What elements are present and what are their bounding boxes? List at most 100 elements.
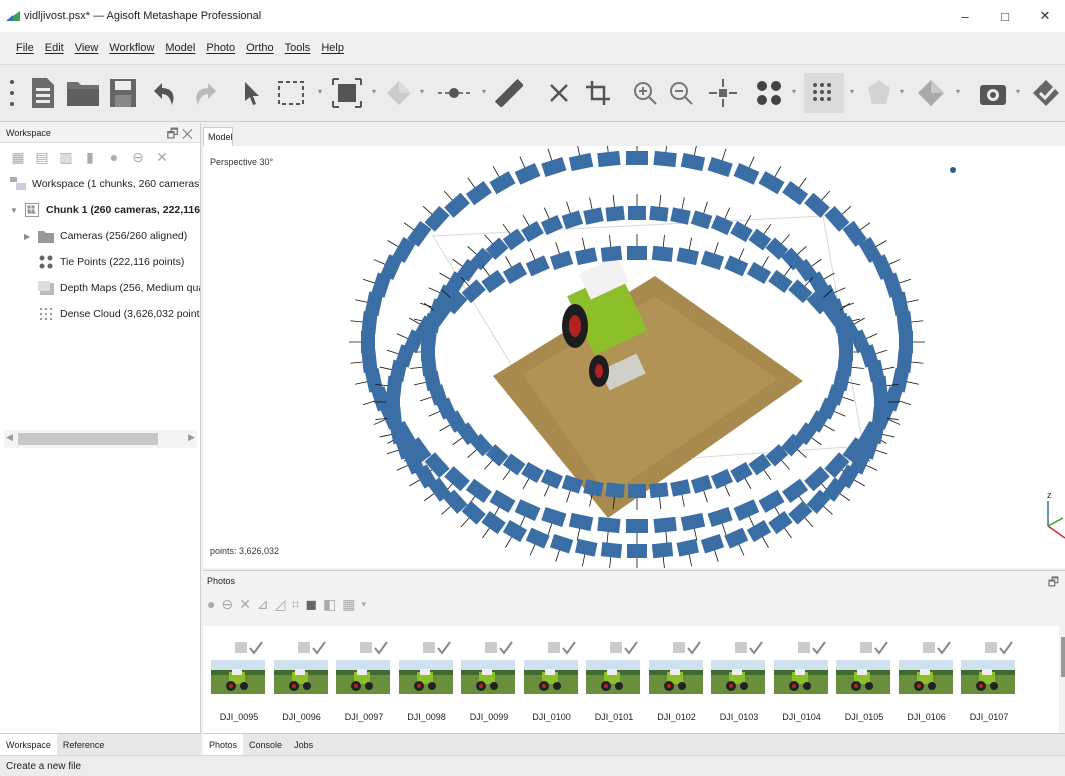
menu-edit[interactable]: Edit xyxy=(45,42,64,54)
chevron-down-icon[interactable]: ▾ xyxy=(850,87,858,97)
menu-photo[interactable]: Photo xyxy=(206,42,235,54)
tree-item-workspace[interactable]: Workspace (1 chunks, 260 cameras) xyxy=(0,171,200,197)
navigation-pointer-icon[interactable] xyxy=(240,73,264,113)
chevron-down-icon[interactable]: ▾ xyxy=(372,87,380,97)
menu-bar: File Edit View Workflow Model Photo Orth… xyxy=(0,36,355,60)
model-viewport[interactable]: Perspective 30° points: 3,626,032 z xyxy=(203,146,1065,568)
camera-icon[interactable] xyxy=(976,73,1010,113)
add-photos-icon[interactable]: ▤ xyxy=(34,149,50,165)
tree-item-chunk[interactable]: ▼ Chunk 1 (260 cameras, 222,116 points) xyxy=(0,197,200,223)
enable-icon[interactable]: ● xyxy=(106,149,122,165)
vertical-scrollbar[interactable] xyxy=(1061,637,1065,677)
tab-photos[interactable]: Photos xyxy=(203,733,244,756)
photo-thumbnail[interactable]: DJI_0095 xyxy=(211,640,267,730)
camera-plane xyxy=(651,542,674,559)
chevron-down-icon[interactable]: ▾ xyxy=(482,87,490,97)
disable-icon[interactable]: ⊖ xyxy=(221,596,233,613)
add-chunk-icon[interactable]: ▦ xyxy=(10,149,26,165)
mesh-icon[interactable] xyxy=(864,73,894,113)
maximize-button[interactable]: □ xyxy=(985,0,1025,32)
scroll-right-icon[interactable]: ▶ xyxy=(188,432,195,443)
close-button[interactable]: ✕ xyxy=(1025,0,1065,32)
photo-thumbnail[interactable]: DJI_0103 xyxy=(711,640,767,730)
photo-thumbnail[interactable]: DJI_0099 xyxy=(461,640,517,730)
title-bar: vidljivost.psx* — Agisoft Metashape Prof… xyxy=(0,0,1065,32)
dense-cloud-icon[interactable] xyxy=(804,73,844,113)
disable-icon[interactable]: ⊖ xyxy=(130,149,146,165)
scroll-left-icon[interactable]: ◀ xyxy=(6,432,13,443)
photo-thumbnail[interactable]: DJI_0102 xyxy=(648,640,705,730)
chevron-down-icon[interactable]: ▾ xyxy=(956,87,964,97)
photo-thumbnail[interactable]: DJI_0101 xyxy=(586,640,642,730)
depth-map-icon[interactable]: ◧ xyxy=(323,596,336,613)
zoom-out-icon[interactable] xyxy=(666,73,696,113)
menu-ortho[interactable]: Ortho xyxy=(246,42,274,54)
ruler-icon[interactable] xyxy=(494,73,524,113)
camera-plane xyxy=(746,261,772,285)
menu-model[interactable]: Model xyxy=(165,42,195,54)
close-panel-icon[interactable]: ✕ xyxy=(182,126,196,141)
photo-thumbnail[interactable]: DJI_0104 xyxy=(773,640,830,730)
new-file-icon[interactable] xyxy=(26,73,60,113)
photo-thumbnail[interactable]: DJI_0100 xyxy=(523,640,580,730)
horizontal-scrollbar[interactable]: ◀ ▶ xyxy=(4,430,197,448)
reset-view-icon[interactable] xyxy=(706,73,740,113)
photo-thumbnail[interactable]: DJI_0106 xyxy=(898,640,955,730)
undo-icon[interactable] xyxy=(148,73,180,113)
undock-icon[interactable]: 🗗 xyxy=(167,126,182,141)
enable-icon[interactable]: ● xyxy=(207,596,215,612)
chevron-down-icon[interactable]: ▾ xyxy=(361,599,366,610)
menu-tools[interactable]: Tools xyxy=(285,42,311,54)
tree-item-cameras[interactable]: ▶ Cameras (256/260 aligned) xyxy=(0,223,200,249)
chevron-down-icon[interactable]: ▾ xyxy=(318,87,326,97)
tab-workspace[interactable]: Workspace xyxy=(0,733,57,756)
show-cameras-icon[interactable] xyxy=(1030,73,1062,113)
open-folder-icon[interactable] xyxy=(64,73,102,113)
rotate-object-icon[interactable] xyxy=(384,73,414,113)
zoom-in-icon[interactable] xyxy=(630,73,660,113)
expand-arrow-icon[interactable]: ▶ xyxy=(24,232,34,241)
add-folder-icon[interactable]: ▥ xyxy=(58,149,74,165)
move-object-icon[interactable] xyxy=(434,73,474,113)
filter-photos-icon[interactable]: ⌗ xyxy=(291,596,299,613)
view-mode-icon[interactable]: ▦ xyxy=(342,596,355,613)
photo-thumbnail[interactable]: DJI_0096 xyxy=(273,640,330,730)
remove-icon[interactable]: ✕ xyxy=(154,149,170,165)
chevron-down-icon[interactable]: ▾ xyxy=(792,87,800,97)
scrollbar-thumb[interactable] xyxy=(18,433,158,445)
delete-selection-icon[interactable] xyxy=(544,73,574,113)
expand-arrow-icon[interactable]: ▼ xyxy=(10,206,20,215)
rotate-right-icon[interactable]: ◿ xyxy=(275,596,286,613)
tab-jobs[interactable]: Jobs xyxy=(288,734,319,756)
tree-item-depth-maps[interactable]: Depth Maps (256, Medium quality, Mil xyxy=(0,275,200,301)
menu-workflow[interactable]: Workflow xyxy=(109,42,154,54)
remove-icon[interactable]: ✕ xyxy=(239,596,251,613)
menu-view[interactable]: View xyxy=(75,42,99,54)
menu-help[interactable]: Help xyxy=(321,42,344,54)
minimize-button[interactable]: – xyxy=(945,0,985,32)
chevron-down-icon[interactable]: ▾ xyxy=(1016,87,1024,97)
chevron-down-icon[interactable]: ▾ xyxy=(900,87,908,97)
rotate-left-icon[interactable]: ⊿ xyxy=(257,596,269,613)
photo-thumbnail[interactable]: DJI_0107 xyxy=(961,640,1017,730)
mask-icon[interactable]: ◼ xyxy=(305,596,317,613)
resize-region-icon[interactable] xyxy=(330,73,364,113)
rectangle-selection-icon[interactable] xyxy=(274,73,308,113)
tree-item-tie-points[interactable]: Tie Points (222,116 points) xyxy=(0,249,200,275)
tree-item-dense-cloud[interactable]: Dense Cloud (3,626,032 points, Mediur xyxy=(0,301,200,327)
tab-console[interactable]: Console xyxy=(243,734,288,756)
crop-selection-icon[interactable] xyxy=(582,73,614,113)
tie-points-icon[interactable] xyxy=(752,73,786,113)
undock-icon[interactable]: 🗗 xyxy=(1048,573,1059,594)
photo-thumbnail[interactable]: DJI_0097 xyxy=(336,640,392,730)
chevron-down-icon[interactable]: ▾ xyxy=(420,87,428,97)
tab-model[interactable]: Model xyxy=(203,127,233,146)
tab-reference[interactable]: Reference xyxy=(57,734,111,756)
photo-thumbnail[interactable]: DJI_0098 xyxy=(398,640,455,730)
redo-icon[interactable] xyxy=(190,73,222,113)
textured-model-icon[interactable] xyxy=(914,73,948,113)
menu-file[interactable]: File xyxy=(16,42,34,54)
save-icon[interactable] xyxy=(106,73,140,113)
photo-thumbnail[interactable]: DJI_0105 xyxy=(836,640,892,730)
add-marker-icon[interactable]: ▮ xyxy=(82,149,98,165)
